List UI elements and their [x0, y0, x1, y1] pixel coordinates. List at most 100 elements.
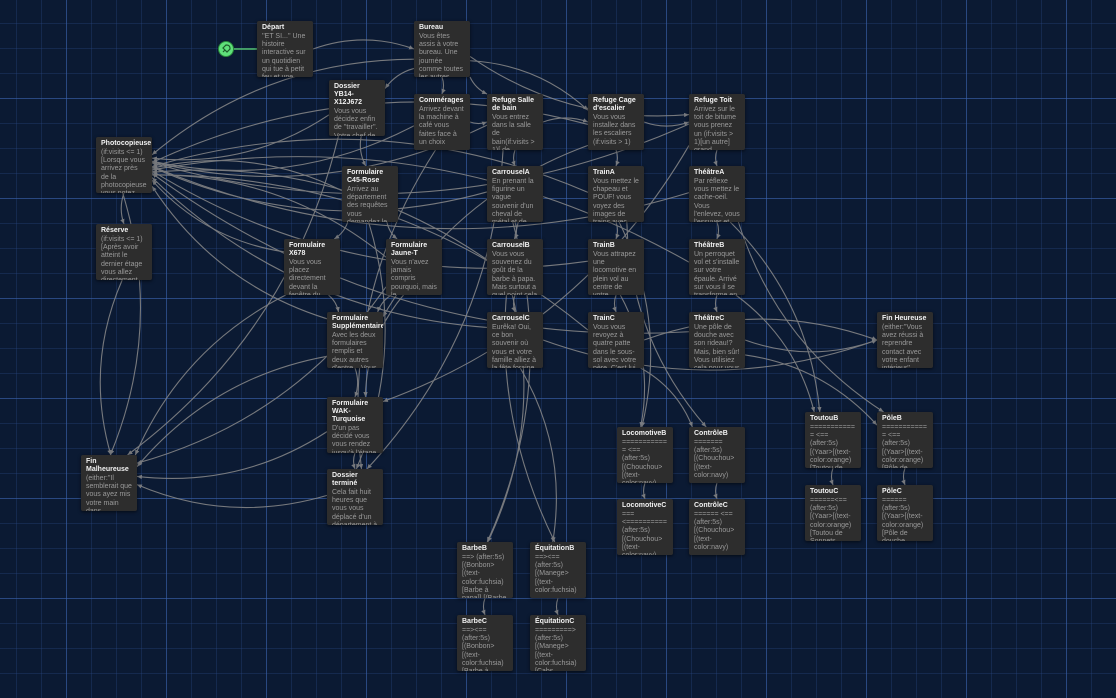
passage-card-bureau[interactable]: Bureau Vous êtes assis à votre bureau. Un… [414, 21, 470, 77]
passage-link [469, 76, 488, 95]
passage-title: TrainC [593, 315, 615, 322]
passage-card-theatreC[interactable]: ThéâtreC Une pôle de douche avec son ride… [689, 312, 745, 368]
passage-title: LocomotiveB [622, 430, 667, 437]
passage-link [136, 431, 328, 480]
passage-card-locoB[interactable]: LocomotiveB ============ <== (after:5s) [… [617, 427, 673, 483]
passage-excerpt: Vous vous souvenez du goût de la barbe à… [492, 251, 537, 295]
passage-title: ContrôleC [694, 502, 728, 509]
passage-title: ÉquitationB [535, 545, 575, 552]
passage-card-ctrlB[interactable]: ContrôleB ======= (after:5s) [(Chouchou> … [689, 427, 745, 483]
passage-title: PôleC [882, 488, 902, 495]
passage-excerpt: En prenant la figurine un vague souvenir… [492, 178, 534, 222]
passage-card-barbeC[interactable]: BarbeC ==><== (after:5s) [(Bonbon> [(text… [457, 615, 513, 671]
passage-excerpt: === <========== (after:5s) [(Chouchou> [… [622, 511, 667, 555]
passage-link [640, 367, 693, 428]
passage-card-toutouC[interactable]: ToutouC ======<== (after:5s) [(Yaar>[(tex… [805, 485, 861, 541]
passage-link [511, 149, 516, 167]
passage-excerpt: Vous vous revoyez à quatre patte dans le… [593, 324, 637, 368]
passage-card-poleC[interactable]: PôleC ====== (after:5s) [(Yaar>[(text-col… [877, 485, 933, 541]
passage-link [641, 482, 646, 500]
passage-card-x678[interactable]: Formulaire X678 Vous vous placez directem… [284, 239, 340, 295]
passage-title: ThéâtreA [694, 169, 725, 176]
passage-card-supp[interactable]: Formulaire Supplémentaire Avec les deux f… [327, 312, 383, 368]
passage-excerpt: ======= (after:5s) [(Chouchou> [(text-co… [694, 439, 737, 479]
passage-link [441, 76, 446, 95]
passage-card-trainB[interactable]: TrainB Vous attrapez une locomotive en pl… [588, 239, 644, 295]
passage-title: ToutouB [810, 415, 839, 422]
passage-card-photocopieuse[interactable]: Photocopieuse (if:visits <= 1)[Lorsque vo… [96, 137, 152, 193]
passage-title: BarbeC [462, 618, 487, 625]
passage-card-wak[interactable]: Formulaire WAK-Turquoise D'un pas décidé … [327, 397, 383, 453]
passage-title: ThéâtreB [694, 242, 725, 249]
passage-excerpt: Arrivez au département des requêtes vous… [347, 186, 388, 222]
passage-card-jaune[interactable]: Formulaire Jaune-T Vous n'avez jamais com… [386, 239, 442, 295]
passage-card-locoC[interactable]: LocomotiveC === <========== (after:5s) [(… [617, 499, 673, 555]
passage-card-equiB[interactable]: ÉquitationB ==><== (after:5s) [(Manege> [… [530, 542, 586, 598]
passage-excerpt: ==> (after:5s) [(Bonbon> [(text-color:fu… [462, 554, 506, 598]
passage-title: CarrouselB [492, 242, 530, 249]
passage-title: Formulaire Supplémentaire [332, 315, 383, 330]
passage-excerpt: ====== (after:5s) [(Yaar>[(text-color:or… [882, 497, 924, 541]
passage-link [615, 221, 620, 240]
passage-card-refuge_toit[interactable]: Refuge Toit Arrivez sur le toit de bitume… [689, 94, 745, 150]
passage-excerpt: Vous vous placez directement devant la f… [289, 259, 326, 295]
passage-excerpt: Une pôle de douche avec son rideau!? Mai… [694, 324, 740, 368]
passage-card-trainA[interactable]: TrainA Vous mettez le chapeau et POUF! vo… [588, 166, 644, 222]
passage-card-refuge_sdb[interactable]: Refuge Salle de bain Vous entrez dans la … [487, 94, 543, 150]
passage-card-termine[interactable]: Dossier terminé Cela fait huit heures que… [327, 469, 383, 525]
passage-title: Dossier terminé [332, 472, 358, 487]
passage-card-dossier[interactable]: Dossier YB14-X12J672 Vous vous décidez en… [329, 80, 385, 136]
passage-link [612, 294, 617, 313]
passage-card-commerages[interactable]: Commérages Arrivez devant la machine à ca… [414, 94, 470, 150]
passage-excerpt: Cela fait huit heures que vous vous dépl… [332, 489, 377, 525]
passage-card-ctrlC[interactable]: ContrôleC ====== <== (after:5s) [(Choucho… [689, 499, 745, 555]
passage-title: Dossier YB14-X12J672 [334, 83, 363, 106]
passage-title: Refuge Salle de bain [492, 97, 535, 112]
passage-card-carB[interactable]: CarrouselB Vous vous souvenez du goût de … [487, 239, 543, 295]
passage-title: Refuge Toit [694, 97, 732, 104]
passage-card-carA[interactable]: CarrouselA En prenant la figurine un vagu… [487, 166, 543, 222]
passage-card-toutouB[interactable]: ToutouB ============ <== (after:5s) [(Yaa… [805, 412, 861, 468]
passage-title: Refuge Cage d'escalier [593, 97, 636, 112]
passage-link [99, 279, 123, 456]
passage-excerpt: Vous attrapez une locomotive en plein vo… [593, 251, 637, 295]
passage-card-trainC[interactable]: TrainC Vous vous revoyez à quatre patte d… [588, 312, 644, 368]
passage-card-finheureuse[interactable]: Fin Heureuse (either:''Vous avez réussi à… [877, 312, 933, 368]
passage-excerpt: Arrivez sur le toit de bitume vous prene… [694, 106, 737, 150]
passage-card-poleB[interactable]: PôleB ============ <== (after:5s) [(Yaar>… [877, 412, 933, 468]
passage-title: BarbeB [462, 545, 487, 552]
passage-title: Formulaire C45-Rose [347, 169, 384, 184]
passage-title: Formulaire WAK-Turquoise [332, 400, 369, 423]
passage-card-c45[interactable]: Formulaire C45-Rose Arrivez au départemen… [342, 166, 398, 222]
passage-link [713, 149, 718, 167]
passage-link [469, 121, 488, 126]
passage-title: CarrouselC [492, 315, 530, 322]
passage-card-reserve[interactable]: Réserve (if:visits <= 1)[Après avoir atte… [96, 224, 152, 280]
passage-link [384, 67, 415, 89]
passage-excerpt: Vous êtes assis à votre bureau. Une jour… [419, 33, 463, 77]
passage-card-refuge_cage[interactable]: Refuge Cage d'escalier Vous vous installe… [588, 94, 644, 150]
passage-link [713, 294, 718, 313]
passage-card-equiC[interactable]: ÉquitationC =========> (after:5s) [(Maneg… [530, 615, 586, 671]
passage-excerpt: D'un pas décidé vous vous rendez jusqu'à… [332, 425, 376, 453]
passage-excerpt: ==><== (after:5s) [(Bonbon> [(text-color… [462, 627, 504, 671]
passage-link [151, 114, 330, 161]
passage-card-barbeB[interactable]: BarbeB ==> (after:5s) [(Bonbon> [(text-co… [457, 542, 513, 598]
start-rocket-icon[interactable] [218, 41, 234, 57]
passage-excerpt: Vous entrez dans la salle de bain(if:vis… [492, 114, 535, 150]
passage-card-depart[interactable]: Départ ''ET SI...'' Une histoire interact… [257, 21, 313, 77]
passage-card-theatreA[interactable]: ThéâtreA Par réflexe vous mettez le cache… [689, 166, 745, 222]
passage-card-theatreB[interactable]: ThéâtreB Un perroquet vol et s'installe s… [689, 239, 745, 295]
passage-title: ÉquitationC [535, 618, 575, 625]
passage-title: Départ [262, 24, 285, 31]
passage-title: ThéâtreC [694, 315, 725, 322]
passage-card-malheureuse[interactable]: Fin Malheureuse (either:''Il semblerait q… [81, 455, 137, 511]
passage-link [737, 221, 884, 413]
passage-link [354, 367, 359, 398]
passage-excerpt: Eurêka! Oui, ce bon souvenir où vous et … [492, 324, 536, 368]
passage-title: Formulaire Jaune-T [391, 242, 428, 257]
passage-title: Fin Heureuse [882, 315, 927, 322]
passage-link [351, 452, 356, 470]
passage-link [554, 597, 559, 616]
passage-card-carC[interactable]: CarrouselC Eurêka! Oui, ce bon souvenir o… [487, 312, 543, 368]
